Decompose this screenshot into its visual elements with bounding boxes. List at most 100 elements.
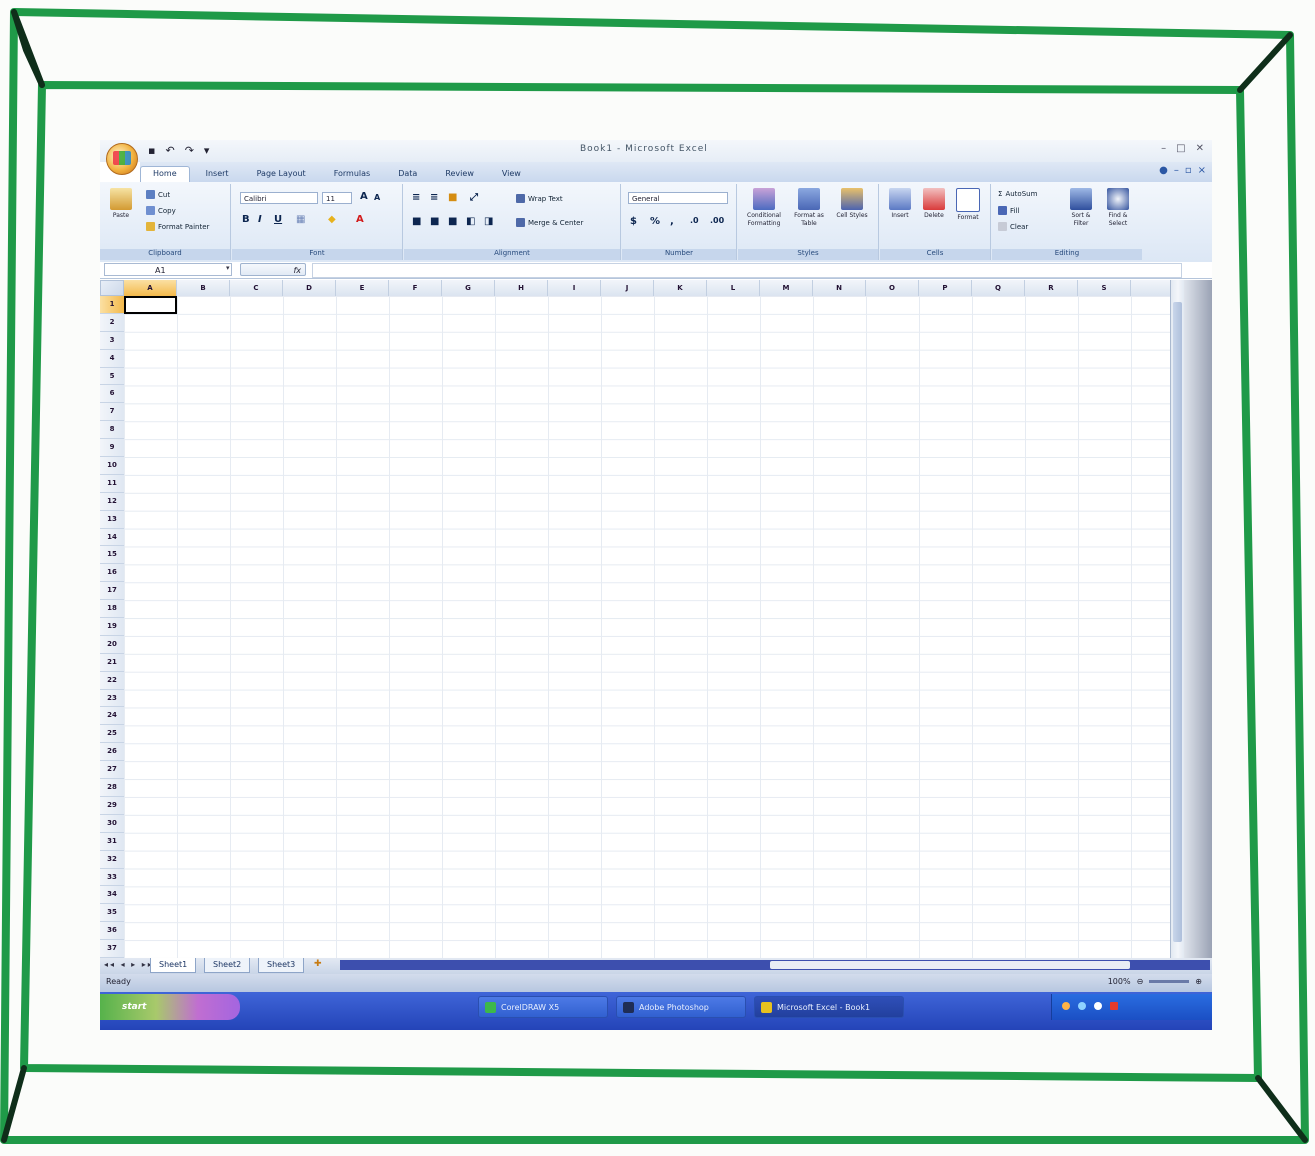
increase-decimal-icon[interactable]: .0 [690,216,699,225]
start-button[interactable]: start [100,994,240,1020]
row-header-31[interactable]: 31 [100,833,124,851]
row-header-26[interactable]: 26 [100,743,124,762]
vertical-scroll-thumb[interactable] [1173,302,1182,942]
row-header-10[interactable]: 10 [100,457,124,475]
row-header-32[interactable]: 32 [100,851,124,869]
office-button[interactable] [106,143,138,175]
close-workbook-icon[interactable]: × [1198,165,1206,176]
column-header-e[interactable]: E [336,280,389,296]
conditional-formatting-button[interactable]: Conditional Formatting [742,188,786,228]
italic-button[interactable]: I [258,214,262,225]
clear-button[interactable]: Clear [998,222,1028,231]
minimize-workbook-icon[interactable]: – [1174,165,1179,176]
column-header-a[interactable]: A [124,280,177,296]
font-name-select[interactable]: Calibri [240,192,318,204]
row-header-17[interactable]: 17 [100,582,124,601]
zoom-slider[interactable] [1149,980,1190,983]
taskbar-item-coreldraw[interactable]: CorelDRAW X5 [478,996,608,1018]
row-header-19[interactable]: 19 [100,618,124,636]
horizontal-scroll-thumb[interactable] [770,961,1130,969]
row-header-37[interactable]: 37 [100,940,124,958]
decrease-decimal-icon[interactable]: .00 [710,216,724,225]
row-header-27[interactable]: 27 [100,761,124,780]
restore-workbook-icon[interactable]: ▫ [1185,165,1192,176]
copy-button[interactable]: Copy [146,206,176,215]
row-header-15[interactable]: 15 [100,546,124,565]
delete-cells-button[interactable]: Delete [918,188,950,220]
row-header-1[interactable]: 1 [100,296,124,314]
redo-icon[interactable]: ↷ [185,144,194,158]
close-button[interactable]: ✕ [1196,143,1204,154]
row-header-28[interactable]: 28 [100,779,124,797]
row-header-23[interactable]: 23 [100,690,124,708]
tab-page-layout[interactable]: Page Layout [245,167,318,182]
minimize-button[interactable]: – [1161,143,1166,154]
font-size-select[interactable]: 11 [322,192,352,204]
format-as-table-button[interactable]: Format as Table [788,188,830,228]
customize-qat-icon[interactable]: ▾ [204,144,210,158]
sheet-tab-1[interactable]: Sheet1 [150,958,197,973]
align-center-icon[interactable]: ■ [430,216,439,227]
fill-color-icon[interactable]: ◆ [328,214,336,225]
tray-icon-3[interactable] [1094,1002,1102,1010]
row-header-8[interactable]: 8 [100,421,124,440]
insert-function-button[interactable]: fx [240,263,306,276]
column-header-g[interactable]: G [442,280,495,296]
row-header-30[interactable]: 30 [100,815,124,833]
column-header-n[interactable]: N [813,280,866,296]
zoom-out-icon[interactable]: ⊖ [1137,977,1144,986]
horizontal-scrollbar[interactable] [340,960,1210,970]
column-header-h[interactable]: H [495,280,548,296]
column-header-j[interactable]: J [601,280,654,296]
row-header-4[interactable]: 4 [100,350,124,368]
zoom-in-icon[interactable]: ⊕ [1195,977,1202,986]
column-header-p[interactable]: P [919,280,972,296]
row-header-21[interactable]: 21 [100,654,124,672]
save-icon[interactable]: ▪ [148,144,155,158]
sort-filter-button[interactable]: Sort & Filter [1064,188,1098,228]
name-box-dropdown-icon[interactable]: ▾ [226,264,230,272]
currency-icon[interactable]: $ [630,216,637,227]
zoom-level[interactable]: 100% [1108,977,1131,986]
cell-grid[interactable] [124,296,1170,958]
column-header-r[interactable]: R [1025,280,1078,296]
row-header-3[interactable]: 3 [100,332,124,350]
autosum-button[interactable]: Σ AutoSum [998,190,1037,198]
row-header-22[interactable]: 22 [100,672,124,690]
formula-input[interactable] [312,263,1182,278]
merge-center-button[interactable]: Merge & Center [516,218,583,227]
tab-data[interactable]: Data [386,167,429,182]
column-header-l[interactable]: L [707,280,760,296]
row-header-33[interactable]: 33 [100,869,124,887]
column-header-k[interactable]: K [654,280,707,296]
row-header-35[interactable]: 35 [100,904,124,923]
active-cell-a1[interactable] [124,296,177,314]
tab-home[interactable]: Home [140,166,190,182]
column-header-m[interactable]: M [760,280,813,296]
row-header-7[interactable]: 7 [100,403,124,422]
tab-insert[interactable]: Insert [194,167,241,182]
row-header-34[interactable]: 34 [100,886,124,905]
decrease-indent-icon[interactable]: ◧ [466,216,475,227]
tab-view[interactable]: View [490,167,533,182]
sheet-navigation-arrows[interactable]: ◂◂ ◂ ▸ ▸▸ [104,960,154,969]
vertical-scrollbar[interactable] [1170,280,1185,970]
column-header-s[interactable]: S [1078,280,1131,296]
shrink-font-icon[interactable]: A [374,193,380,202]
grow-font-icon[interactable]: A [360,191,368,202]
tab-formulas[interactable]: Formulas [322,167,383,182]
row-header-24[interactable]: 24 [100,707,124,726]
row-header-25[interactable]: 25 [100,725,124,744]
increase-indent-icon[interactable]: ◨ [484,216,493,227]
row-header-14[interactable]: 14 [100,529,124,547]
align-top-icon[interactable]: ≡ [412,192,420,203]
font-color-icon[interactable]: A [356,214,364,225]
comma-style-icon[interactable]: , [670,216,674,227]
percent-icon[interactable]: % [650,216,660,227]
borders-icon[interactable]: ▦ [296,214,305,225]
column-header-q[interactable]: Q [972,280,1025,296]
column-header-b[interactable]: B [177,280,230,296]
align-bottom-icon[interactable]: ■ [448,192,457,203]
align-right-icon[interactable]: ■ [448,216,457,227]
number-format-select[interactable]: General [628,192,728,204]
